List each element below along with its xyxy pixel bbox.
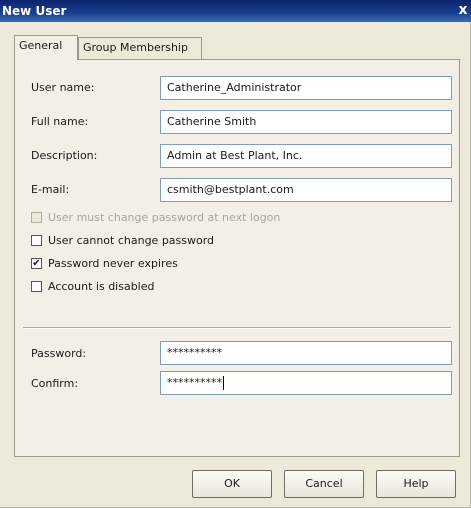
email-label: E-mail: — [31, 183, 70, 196]
must-change-password-checkbox — [31, 211, 42, 223]
full-name-label: Full name: — [31, 115, 89, 128]
tab-general[interactable]: General — [14, 35, 78, 60]
cannot-change-password-label: User cannot change password — [48, 234, 215, 247]
confirm-field[interactable]: ********** — [160, 371, 452, 395]
tab-group-membership[interactable]: Group Membership — [78, 37, 202, 59]
password-label: Password: — [31, 347, 87, 360]
separator — [23, 327, 451, 329]
cannot-change-password-checkbox[interactable] — [31, 234, 42, 246]
account-disabled-label: Account is disabled — [48, 280, 155, 293]
confirm-label: Confirm: — [31, 377, 79, 390]
description-label: Description: — [31, 149, 98, 162]
new-user-dialog: New User x General Group Membership User… — [0, 0, 471, 508]
description-field[interactable]: Admin at Best Plant, Inc. — [160, 144, 452, 168]
window-title: New User — [2, 4, 67, 18]
ok-button[interactable]: OK — [192, 470, 272, 498]
account-disabled-checkbox[interactable] — [31, 280, 42, 292]
general-tab-panel: User name: Catherine_Administrator Full … — [14, 59, 460, 457]
password-never-expires-label: Password never expires — [48, 257, 178, 270]
user-name-label: User name: — [31, 81, 95, 94]
cancel-button[interactable]: Cancel — [284, 470, 364, 498]
text-caret — [223, 376, 224, 390]
account-disabled-option[interactable]: Account is disabled — [31, 279, 155, 295]
user-name-field[interactable]: Catherine_Administrator — [160, 76, 452, 100]
must-change-password-option: User must change password at next logon — [31, 210, 280, 226]
password-never-expires-checkbox[interactable]: ✔ — [31, 257, 42, 269]
must-change-password-label: User must change password at next logon — [48, 211, 281, 224]
title-bar[interactable]: New User x — [0, 0, 471, 22]
close-icon[interactable]: x — [455, 2, 471, 18]
full-name-field[interactable]: Catherine Smith — [160, 110, 452, 134]
password-field[interactable]: ********** — [160, 341, 452, 365]
help-button[interactable]: Help — [376, 470, 456, 498]
confirm-value: ********** — [167, 376, 222, 389]
email-field[interactable]: csmith@bestplant.com — [160, 178, 452, 202]
checkmark-icon: ✔ — [32, 257, 41, 269]
password-never-expires-option[interactable]: ✔ Password never expires — [31, 256, 178, 272]
cannot-change-password-option[interactable]: User cannot change password — [31, 233, 214, 249]
